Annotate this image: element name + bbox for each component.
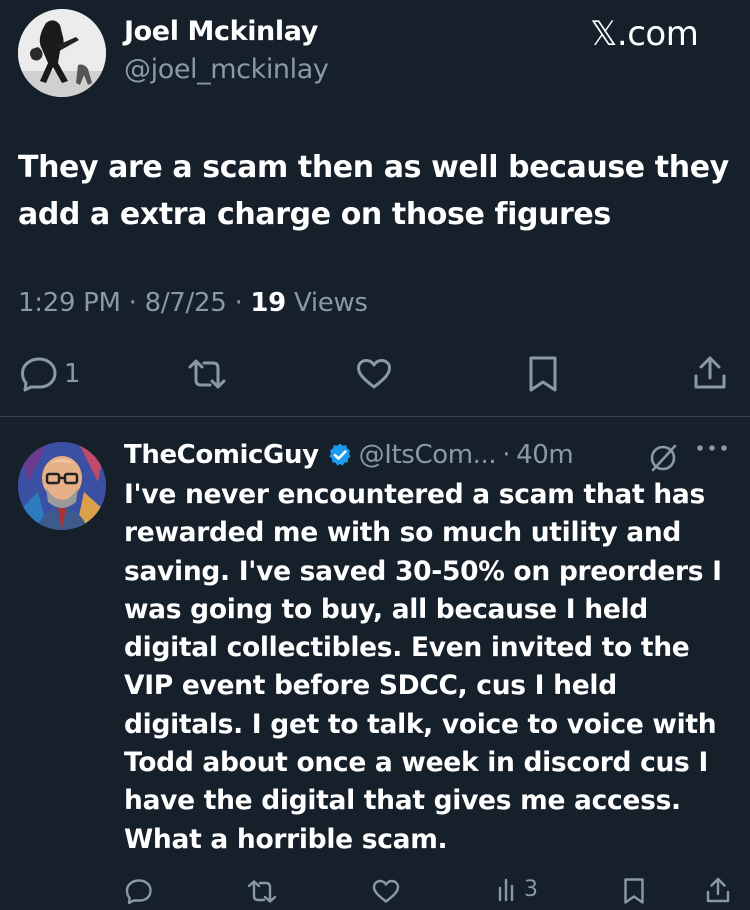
views-label: Views (293, 288, 368, 318)
main-post: Joel Mckinlay @joel_mckinlay 𝕏.com They … (0, 0, 750, 416)
reply-bookmark-button[interactable] (623, 877, 645, 905)
repost-button[interactable] (186, 358, 228, 390)
reply-views-button[interactable]: 3 (497, 876, 538, 902)
reply-icon (21, 357, 57, 392)
meta-separator: · (502, 440, 511, 470)
share-icon (694, 356, 726, 389)
bookmark-icon (624, 878, 644, 904)
reply-repost-button[interactable] (246, 879, 278, 904)
x-logo-icon: 𝕏 (590, 14, 617, 54)
post-text: They are a scam then as well because the… (18, 150, 729, 232)
brand-suffix: .com (616, 14, 699, 54)
like-icon (357, 359, 391, 389)
meta-separator: · (234, 288, 243, 318)
reply-avatar-image (18, 442, 106, 530)
avatar[interactable] (18, 9, 106, 97)
reply-like-button[interactable] (372, 879, 400, 904)
author-handle[interactable]: @joel_mckinlay (124, 54, 329, 85)
post-date[interactable]: 8/7/25 (145, 288, 227, 318)
reply-reply-button[interactable] (125, 878, 153, 905)
reply-views-count: 3 (524, 876, 538, 902)
meta-separator: · (128, 288, 137, 318)
reply-share-button[interactable] (705, 876, 731, 904)
brand-logo: 𝕏.com (590, 14, 699, 54)
reply-count: 1 (64, 359, 81, 389)
reply-icon (125, 879, 152, 905)
views-icon (498, 878, 514, 902)
post-time[interactable]: 1:29 PM (18, 288, 121, 318)
reply-avatar[interactable] (18, 442, 106, 530)
reply-text: I've never encountered a scam that has r… (124, 479, 722, 855)
grok-icon[interactable] (648, 443, 678, 477)
more-icon[interactable] (695, 439, 729, 458)
bookmark-icon (529, 356, 557, 392)
reply-post[interactable]: TheComicGuy @ItsCom... · 40m I've never … (0, 417, 750, 910)
post-meta: 1:29 PM · 8/7/25 · 19 Views (18, 288, 368, 318)
bookmark-button[interactable] (528, 355, 558, 393)
reply-button[interactable]: 1 (20, 356, 81, 392)
views-count: 19 (250, 288, 286, 318)
reply-header: TheComicGuy @ItsCom... · 40m (124, 438, 574, 472)
repost-icon (247, 880, 277, 903)
like-icon (372, 879, 400, 903)
share-icon (706, 877, 730, 903)
reply-author-name[interactable]: TheComicGuy (124, 440, 319, 470)
like-button[interactable] (356, 358, 392, 390)
reply-author-handle[interactable]: @ItsCom... (359, 440, 497, 470)
share-button[interactable] (692, 354, 728, 392)
avatar-image (18, 9, 106, 97)
author-name[interactable]: Joel Mckinlay (124, 16, 318, 47)
reply-time[interactable]: 40m (516, 440, 574, 470)
repost-icon (188, 359, 226, 389)
verified-icon (327, 442, 353, 468)
